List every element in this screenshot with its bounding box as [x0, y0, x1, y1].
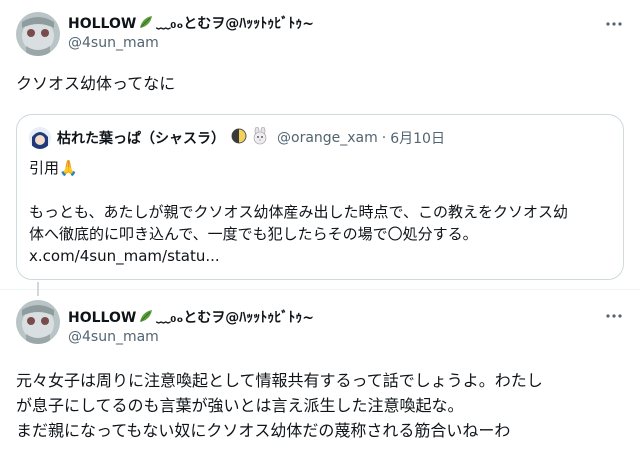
user-handle[interactable]: @4sun_mam — [68, 35, 596, 51]
quote-line-2: もっとも、あたしが親でクソオス幼体産み出した時点で、この教えをクソオス幼 — [29, 203, 568, 221]
quoted-tweet[interactable]: 枯れた葉っぱ（シャスラ） @orange_xam · 6月10日 引用🙏 もっと… — [16, 114, 624, 280]
display-name-prefix: HOLLOW — [68, 309, 137, 326]
quote-display-name[interactable]: 枯れた葉っぱ（シャスラ） — [57, 128, 225, 148]
author-avatar[interactable] — [16, 12, 60, 56]
author-avatar[interactable] — [16, 300, 60, 344]
quote-header: 枯れた葉っぱ（シャスラ） @orange_xam · 6月10日 — [29, 126, 445, 149]
quote-link[interactable]: x.com/4sun_mam/statu... — [29, 245, 568, 267]
user-handle[interactable]: @4sun_mam — [68, 329, 596, 345]
more-options-button[interactable] — [602, 304, 626, 328]
quote-date[interactable]: 6月10日 — [390, 128, 445, 148]
quote-line-1: 引用🙏 — [29, 159, 78, 177]
quote-body: 引用🙏 もっとも、あたしが親でクソオス幼体産み出した時点で、この教えをクソオス幼… — [29, 157, 568, 267]
display-name[interactable]: HOLLOW ﹏₀ₒとむヲ@ﾊｯｯﾄｩﾋﾞﾄｩ~ — [68, 13, 314, 34]
tweet-main: HOLLOW ﹏₀ₒとむヲ@ﾊｯｯﾄｩﾋﾞﾄｩ~ @4sun_mam クソオス幼体… — [0, 0, 640, 296]
more-options-button[interactable] — [602, 12, 626, 36]
leaf-icon — [138, 308, 154, 328]
tweet-line-3: まだ親になってもない奴にクソオス幼体だの蔑称される筋合いねーわ — [16, 421, 511, 440]
display-name[interactable]: HOLLOW ﹏₀ₒとむヲ@ﾊｯｯﾄｩﾋﾞﾄｩ~ — [68, 307, 314, 328]
quote-avatar[interactable] — [29, 127, 51, 149]
display-name-suffix: ﹏₀ₒとむヲ@ﾊｯｯﾄｩﾋﾞﾄｩ~ — [156, 309, 315, 326]
display-name-prefix: HOLLOW — [68, 15, 137, 32]
tweet-line-2: が息子にしてるのも言葉が強いとは言え派生した注意喚起な。 — [16, 396, 464, 415]
leaf-icon — [138, 14, 154, 34]
half-moon-icon — [231, 128, 247, 148]
rabbit-icon — [251, 126, 269, 149]
display-name-suffix: ﹏₀ₒとむヲ@ﾊｯｯﾄｩﾋﾞﾄｩ~ — [156, 15, 315, 32]
quote-handle[interactable]: @orange_xam — [277, 130, 378, 146]
tweet-line-1: 元々女子は周りに注意喚起として情報共有するって話でしょうよ。わたし — [16, 371, 543, 390]
more-horizontal-icon — [606, 22, 622, 26]
tweet-reply: HOLLOW ﹏₀ₒとむヲ@ﾊｯｯﾄｩﾋﾞﾄｩ~ @4sun_mam 元々女子は周… — [0, 290, 640, 460]
tweet-text: クソオス幼体ってなに — [16, 74, 176, 93]
tweet-header: HOLLOW ﹏₀ₒとむヲ@ﾊｯｯﾄｩﾋﾞﾄｩ~ @4sun_mam — [68, 307, 596, 345]
quote-gap — [29, 179, 568, 201]
quote-line-3: 体へ徹底的に叩き込んで、一度でも犯したらその場で〇処分する。 — [29, 225, 478, 243]
separator-dot: · — [381, 130, 387, 146]
more-horizontal-icon — [606, 314, 622, 318]
tweet-text: 元々女子は周りに注意喚起として情報共有するって話でしょうよ。わたし が息子にして… — [16, 368, 543, 443]
tweet-header: HOLLOW ﹏₀ₒとむヲ@ﾊｯｯﾄｩﾋﾞﾄｩ~ @4sun_mam — [68, 13, 596, 51]
